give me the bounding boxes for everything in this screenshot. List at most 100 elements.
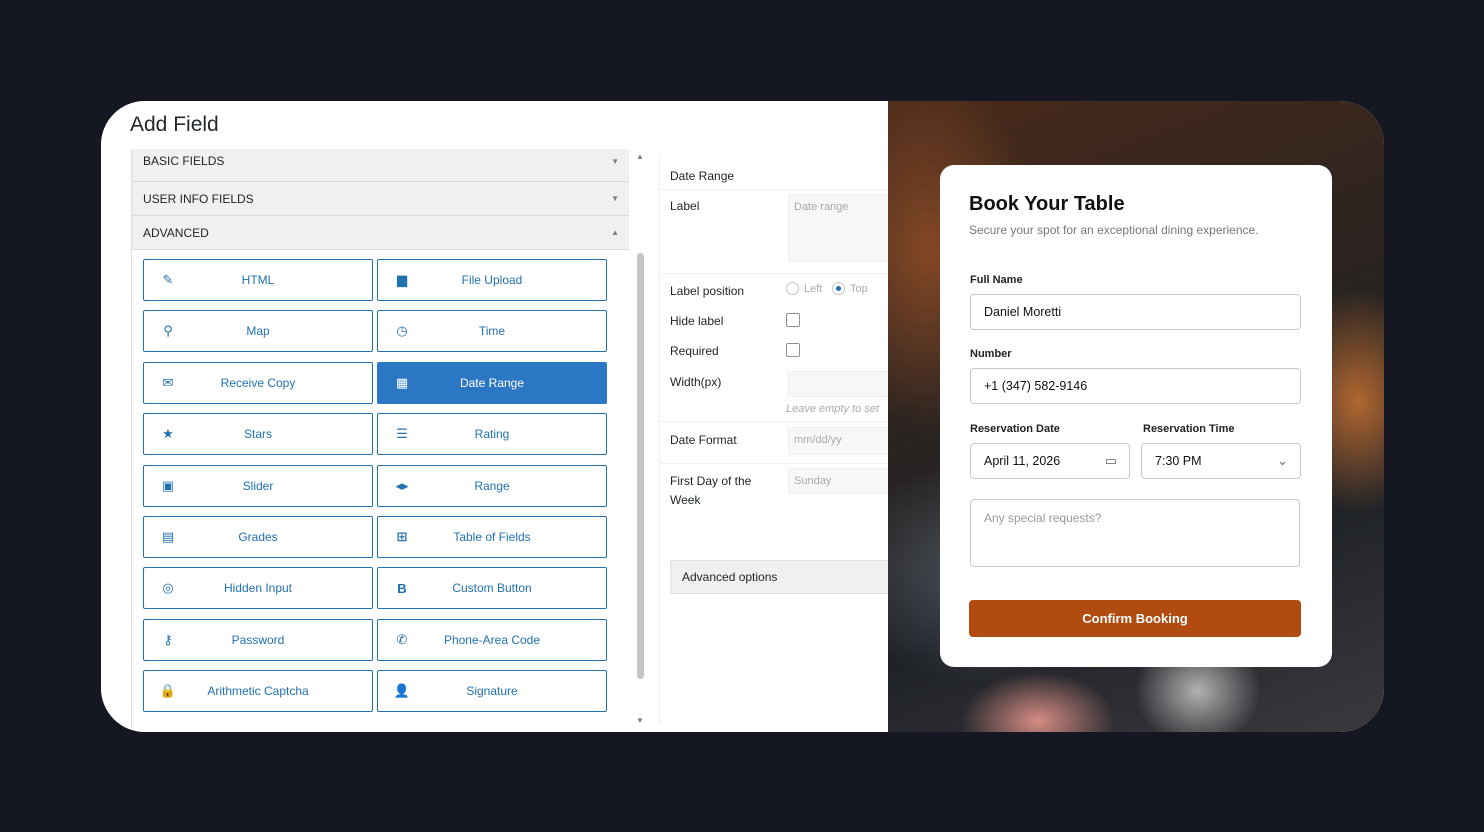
divider (660, 421, 889, 422)
special-requests-textarea[interactable]: Any special requests? (970, 499, 1300, 567)
divider (660, 463, 889, 464)
star-icon: ★ (162, 426, 174, 442)
field-button-label: Signature (466, 684, 518, 699)
field-button-label: Map (246, 324, 270, 339)
list-icon: ☰ (396, 426, 408, 442)
field-button-arithmetic-captcha[interactable]: 🔒 Arithmetic Captcha (143, 670, 373, 713)
label-title: Label (670, 199, 700, 213)
field-button-label: Arithmetic Captcha (207, 684, 309, 699)
radio-top-label: Top (850, 283, 868, 295)
required-checkbox[interactable] (786, 343, 800, 357)
field-button-password[interactable]: ⚷ Password (143, 618, 373, 661)
field-button-label: Phone-Area Code (443, 632, 541, 647)
field-button-hidden-input[interactable]: ◎ Hidden Input (143, 567, 373, 610)
first-day-title: First Day of the Week (670, 472, 751, 510)
booking-subtitle: Secure your spot for an exceptional dini… (969, 223, 1259, 237)
map-pin-icon: ⚲ (163, 323, 173, 339)
number-label: Number (970, 348, 1012, 360)
caret-up-icon: ▲ (611, 228, 619, 237)
scrollbar-thumb[interactable] (637, 253, 644, 679)
eye-slash-icon: ◎ (162, 580, 174, 596)
builder-body: BASIC FIELDS ▼ USER INFO FIELDS ▼ ADVANC… (131, 149, 898, 732)
field-button-custom-button[interactable]: B Custom Button (377, 567, 607, 610)
section-label: BASIC FIELDS (143, 154, 225, 168)
number-input[interactable]: +1 (347) 582-9146 (970, 368, 1301, 404)
grades-icon: ▤ (161, 528, 175, 544)
field-button-label: Hidden Input (223, 581, 293, 596)
field-button-label: Stars (243, 427, 272, 442)
reservation-time-select[interactable]: 7:30 PM ⌄ (1141, 443, 1301, 479)
pencil-icon: ✎ (162, 272, 174, 287)
options-heading: Date Range (670, 169, 735, 183)
date-format-input[interactable]: mm/dd/yy (788, 427, 898, 455)
field-accordion: BASIC FIELDS ▼ USER INFO FIELDS ▼ ADVANC… (131, 149, 629, 732)
caret-down-icon: ▼ (611, 194, 619, 203)
section-label: USER INFO FIELDS (143, 192, 254, 206)
full-name-value: Daniel Moretti (984, 305, 1062, 319)
caret-down-icon: ▼ (611, 157, 619, 166)
key-icon: ⚷ (163, 631, 173, 647)
reservation-date-value: April 11, 2026 (984, 454, 1061, 468)
screenshot-card: Add Field BASIC FIELDS ▼ USER INFO FIELD… (101, 101, 1384, 732)
scroll-down-icon[interactable]: ▼ (636, 716, 644, 725)
field-button-stars[interactable]: ★ Stars (143, 413, 373, 456)
field-button-file-upload[interactable]: ▆ File Upload (377, 259, 607, 301)
advanced-fields-grid: ✎ HTML ▆ File Upload ⚲ Map ◷ Time ✉ Receive Copy ▦… (143, 259, 607, 713)
field-button-label: Range (474, 478, 510, 493)
bold-b-icon: B (397, 580, 407, 596)
calendar-icon[interactable]: ▭ (1105, 444, 1117, 478)
field-button-label: Rating (474, 427, 510, 442)
field-button-label: Time (478, 324, 506, 339)
reservation-date-label: Reservation Date (970, 423, 1060, 435)
field-button-rating[interactable]: ☰ Rating (377, 413, 607, 456)
number-value: +1 (347) 582-9146 (984, 379, 1088, 393)
field-button-range[interactable]: ◂▸ Range (377, 464, 607, 507)
booking-title: Book Your Table (969, 193, 1125, 215)
booking-form-card: Book Your Table Secure your spot for an … (940, 165, 1332, 667)
width-input[interactable] (788, 371, 898, 397)
range-arrows-icon: ◂▸ (395, 477, 409, 493)
label-position-title: Label position (670, 284, 745, 298)
clock-icon: ◷ (396, 323, 408, 339)
label-input[interactable]: Date range (788, 194, 898, 262)
user-icon: 👤 (393, 683, 411, 699)
field-button-slider[interactable]: ▣ Slider (143, 464, 373, 507)
reservation-date-input[interactable]: April 11, 2026 ▭ (970, 443, 1130, 479)
lock-icon: 🔒 (159, 683, 177, 699)
required-title: Required (670, 344, 719, 358)
section-user-info-fields[interactable]: USER INFO FIELDS ▼ (132, 182, 629, 216)
reservation-time-label: Reservation Time (1143, 423, 1235, 435)
first-day-input[interactable]: Sunday (788, 468, 898, 494)
field-button-receive-copy[interactable]: ✉ Receive Copy (143, 361, 373, 404)
folder-icon: ▆ (397, 272, 407, 287)
scrollbar[interactable]: ▲ ▼ (633, 149, 647, 725)
form-builder-panel: Add Field BASIC FIELDS ▼ USER INFO FIELD… (101, 101, 898, 732)
field-button-phone-area-code[interactable]: ✆ Phone-Area Code (377, 618, 607, 661)
section-advanced[interactable]: ADVANCED ▲ (132, 216, 629, 250)
field-button-grades[interactable]: ▤ Grades (143, 515, 373, 558)
field-button-label: Receive Copy (220, 375, 296, 390)
scroll-up-icon[interactable]: ▲ (636, 152, 644, 161)
first-day-title-line1: First Day of the (670, 474, 752, 488)
advanced-options-toggle[interactable]: Advanced options (670, 560, 889, 594)
hide-label-checkbox[interactable] (786, 313, 800, 327)
field-button-label: HTML (241, 273, 275, 287)
field-button-label: File Upload (461, 273, 523, 287)
table-icon: ⊞ (396, 528, 408, 544)
envelope-icon: ✉ (162, 374, 174, 390)
field-button-signature[interactable]: 👤 Signature (377, 670, 607, 713)
restaurant-background-photo: Book Your Table Secure your spot for an … (888, 101, 1384, 732)
radio-top[interactable] (832, 282, 845, 295)
field-button-table-of-fields[interactable]: ⊞ Table of Fields (377, 515, 607, 558)
full-name-input[interactable]: Daniel Moretti (970, 294, 1301, 330)
section-basic-fields[interactable]: BASIC FIELDS ▼ (132, 149, 629, 182)
field-options-panel: Date Range Label Date range Label positi… (659, 157, 898, 724)
field-button-label: Password (231, 632, 285, 647)
field-button-time[interactable]: ◷ Time (377, 310, 607, 353)
slider-icon: ▣ (161, 477, 175, 493)
field-button-date-range[interactable]: ▦ Date Range (377, 361, 607, 404)
radio-left[interactable] (786, 282, 799, 295)
field-button-map[interactable]: ⚲ Map (143, 310, 373, 353)
confirm-booking-button[interactable]: Confirm Booking (969, 600, 1301, 637)
field-button-html[interactable]: ✎ HTML (143, 259, 373, 301)
